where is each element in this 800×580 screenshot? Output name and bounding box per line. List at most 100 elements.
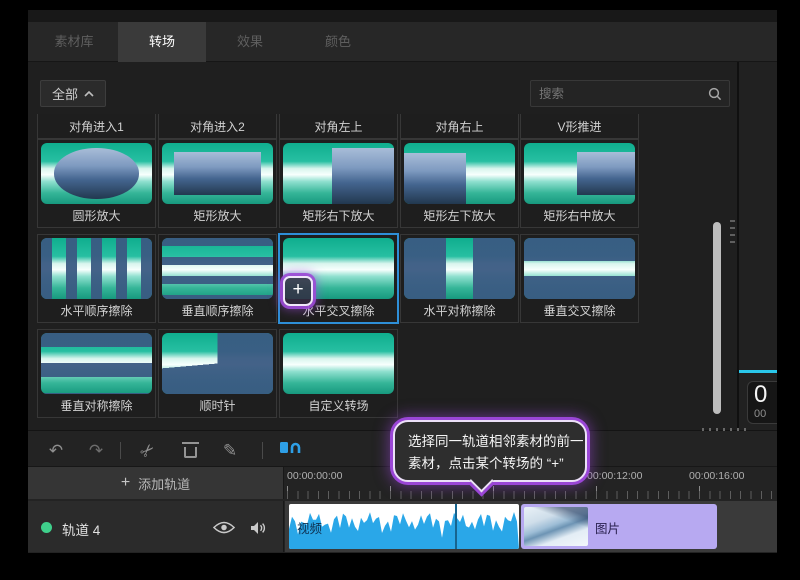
hint-line-2: 素材，点击某个转场的 “+” (408, 453, 585, 475)
transition-item[interactable]: 垂直顺序擦除 (158, 234, 277, 323)
transition-label: 矩形放大 (159, 205, 276, 227)
transition-item[interactable]: 自定义转场 (279, 329, 398, 418)
transition-label: 矩形右下放大 (280, 205, 397, 227)
transition-item[interactable]: 垂直对称擦除 (37, 329, 156, 418)
transition-thumbnail (283, 143, 394, 204)
transition-label: 圆形放大 (38, 205, 155, 227)
search-input[interactable] (531, 87, 708, 101)
tab-bar: 素材库 转场 效果 颜色 (28, 22, 777, 62)
transition-thumbnail (524, 143, 635, 204)
video-clip-label: 视频 (297, 518, 322, 537)
transition-thumbnail (524, 238, 635, 299)
transition-item[interactable]: 矩形放大 (158, 139, 277, 228)
transition-label: 垂直交叉擦除 (521, 300, 638, 322)
panel-resize-grip-vertical[interactable] (730, 220, 735, 248)
chevron-up-icon (84, 91, 94, 97)
transition-thumbnail (283, 333, 394, 394)
toolbar-separator (262, 442, 263, 459)
category-filter-dropdown[interactable]: 全部 (40, 80, 106, 107)
transition-item[interactable]: 矩形右下放大 (279, 139, 398, 228)
add-transition-button[interactable]: + (283, 276, 313, 306)
clockwise-wipe-preview (162, 333, 273, 394)
screen: { "tabs": { "items": [ {"label": "素材库"},… (0, 0, 800, 580)
transition-item[interactable]: 对角右上 (400, 114, 519, 139)
tab-colors[interactable]: 颜色 (294, 22, 382, 62)
add-track-label: 添加轨道 (138, 474, 190, 493)
track-mute-toggle[interactable] (250, 521, 266, 540)
trash-icon (184, 447, 197, 458)
track-active-indicator[interactable] (41, 522, 52, 533)
app-window: 素材库 转场 效果 颜色 全部 对角进入1 对角进入2 对角左上 对角右上 V形… (28, 10, 777, 553)
transition-label: 垂直顺序擦除 (159, 300, 276, 322)
hint-tooltip: 选择同一轨道相邻素材的前一 素材，点击某个转场的 “+” (393, 420, 587, 482)
split-audio-icon[interactable] (278, 438, 302, 464)
cut-icon[interactable]: ✂ (130, 433, 165, 468)
preview-panel-edge (739, 62, 777, 430)
track-header: 轨道 4 (28, 501, 284, 552)
transition-label: 顺时针 (159, 395, 276, 417)
speaker-icon (250, 521, 266, 535)
transition-item[interactable]: 顺时针 (158, 329, 277, 418)
transition-label: 自定义转场 (280, 395, 397, 417)
transition-item[interactable]: 矩形左下放大 (400, 139, 519, 228)
track-visibility-toggle[interactable] (213, 521, 235, 539)
transition-item[interactable]: 圆形放大 (37, 139, 156, 228)
eye-icon (213, 521, 235, 534)
panel-resize-grip-horizontal[interactable] (702, 428, 746, 431)
transition-thumbnail (162, 143, 273, 204)
toolbar-separator (120, 442, 121, 459)
transition-item[interactable]: 水平顺序擦除 (37, 234, 156, 323)
rect-zoom-preview (174, 152, 261, 195)
transition-thumbnail (404, 238, 515, 299)
transition-item[interactable]: 对角进入2 (158, 114, 277, 139)
transition-thumbnail (162, 333, 273, 394)
preview-timecode: 0 00 (747, 381, 777, 424)
transition-item-selected[interactable]: + 水平交叉擦除 (279, 234, 398, 323)
transition-item[interactable]: 对角进入1 (37, 114, 156, 139)
track-name: 轨道 4 (62, 519, 100, 539)
redo-button[interactable]: ↷ (84, 438, 108, 464)
transition-label: 矩形右中放大 (521, 205, 638, 227)
undo-button[interactable]: ↶ (44, 438, 68, 464)
circle-zoom-preview (54, 148, 138, 198)
clip-junction[interactable] (455, 504, 457, 549)
h-sequence-wipe-preview (41, 238, 152, 299)
transition-item[interactable]: 对角左上 (279, 114, 398, 139)
transition-label: 对角左上 (280, 116, 397, 138)
tab-material-library[interactable]: 素材库 (30, 22, 118, 62)
grid-scrollbar-thumb[interactable] (713, 222, 721, 414)
search-box (530, 80, 730, 107)
v-sequence-wipe-preview (162, 238, 273, 299)
timecode-big: 0 (754, 382, 777, 408)
split-audio-glyph (279, 439, 301, 456)
search-icon[interactable] (708, 87, 722, 101)
transition-thumbnail (41, 143, 152, 204)
edit-icon[interactable]: ✎ (218, 438, 242, 464)
rect-rm-zoom-preview (577, 152, 635, 196)
v-cross-wipe-preview (524, 238, 635, 299)
image-clip-label: 图片 (595, 518, 620, 537)
transition-label: V形推进 (521, 116, 638, 138)
transition-item[interactable]: 垂直交叉擦除 (520, 234, 639, 323)
image-clip[interactable]: 图片 (521, 504, 717, 549)
rect-lb-zoom-preview (404, 153, 466, 204)
delete-icon[interactable] (178, 438, 202, 464)
transition-item[interactable]: 水平对称擦除 (400, 234, 519, 323)
preview-progress-bar[interactable] (739, 370, 777, 373)
category-filter-label: 全部 (52, 84, 78, 103)
transition-label: 对角右上 (401, 116, 518, 138)
transition-item[interactable]: 矩形右中放大 (520, 139, 639, 228)
ruler-timestamp: 00:00:16:00 (689, 470, 744, 482)
transition-label: 垂直对称擦除 (38, 395, 155, 417)
timecode-small: 00 (754, 408, 777, 420)
transition-item[interactable]: V形推进 (520, 114, 639, 139)
rect-rb-zoom-preview (332, 148, 394, 204)
tab-transitions[interactable]: 转场 (118, 22, 206, 62)
transition-thumbnail (404, 143, 515, 204)
transition-label: 水平对称擦除 (401, 300, 518, 322)
video-clip[interactable]: 视频 (289, 504, 519, 549)
track-lane: 视频 图片 (285, 501, 777, 552)
image-clip-thumbnail (524, 507, 588, 546)
add-track-button[interactable]: + 添加轨道 (28, 467, 284, 499)
tab-effects[interactable]: 效果 (206, 22, 294, 62)
